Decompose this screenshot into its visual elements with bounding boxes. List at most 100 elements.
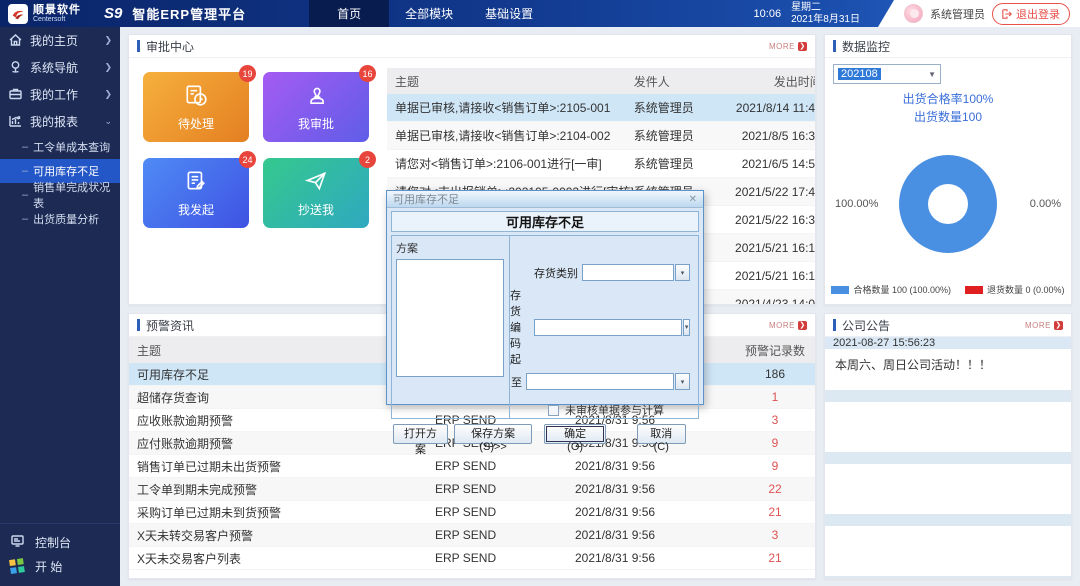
notice-more-link[interactable]: MORE ❯ [1025, 320, 1063, 330]
field-label: 至 [511, 376, 522, 389]
nav-item-首页[interactable]: 首页 [309, 0, 390, 27]
approval-row[interactable]: 单据已审核,请接收<销售订单>:2105-001 系统管理员 2021/8/14 1… [387, 94, 815, 122]
notice-empty-slot [825, 576, 1071, 578]
tile-我审批[interactable]: 16 我审批 [263, 65, 376, 142]
data-monitor-panel: 数据监控 202108 ▼ 出货合格率100% 出货数量100 100.00% … [824, 34, 1072, 305]
ok-button[interactable]: 确定(O) [544, 424, 607, 453]
sidebar-item-系统导航[interactable]: 系统导航 ❯ [0, 54, 120, 81]
sidebar-item-我的工作[interactable]: 我的工作 ❯ [0, 81, 120, 108]
legend-item: 合格数量 100 (100.00%) [831, 283, 951, 296]
approval-subject: 请您对<销售订单>:2106-001进行[一审] [395, 157, 602, 171]
pending-doc-clock-icon [184, 83, 208, 110]
close-icon[interactable]: ✕ [689, 194, 697, 205]
alert-count: 21 [768, 551, 782, 565]
save-scheme-button[interactable]: 保存方案(S)>> [454, 424, 533, 453]
field-lookup-button[interactable]: ▾ [683, 318, 690, 336]
alert-count: 9 [771, 459, 779, 473]
approval-table-header: 主题 发件人 发出时间 [387, 68, 815, 94]
left-sidebar: 我的主页 ❯ 系统导航 ❯ 我的工作 ❯ 我的报表 ⌄ – 工令单成本查询 – 可用库存不足 – 销售单… [0, 27, 120, 586]
donut-chart: 100.00% 0.00% [833, 134, 1063, 274]
s9-mark: S9 [104, 5, 123, 22]
main-nav: 首页 全部模块 基础设置 [309, 0, 549, 27]
approval-row[interactable]: 单据已审核,请接收<销售订单>:2104-002 系统管理员 2021/8/5 16… [387, 122, 816, 150]
tile-badge: 2 [359, 151, 376, 168]
notice-panel: 公司公告 MORE ❯ 2021-08-27 15:56:23 本周六、周日公司活… [824, 313, 1072, 579]
logo-name-en: Centersoft [33, 15, 66, 23]
tile-label: 我审批 [297, 116, 334, 131]
approval-tiles: 19 待处理 16 我审批 24 我发起 2 抄送我 [129, 58, 387, 304]
approval-subject: 单据已审核,请接收<销售订单>:2104-002 [395, 129, 611, 143]
cancel-button[interactable]: 取消(C) [636, 424, 686, 453]
nav-item-基础设置[interactable]: 基础设置 [469, 0, 549, 27]
approval-time: 2021/5/22 16:39 [735, 212, 816, 227]
alert-publisher: ERP SEND [435, 551, 497, 565]
alert-publisher: ERP SEND [435, 505, 497, 519]
notice-empty-slot [825, 514, 1071, 566]
approval-sender: 系统管理员 [633, 101, 694, 115]
footer-item-开 始[interactable]: 开 始 [0, 554, 120, 578]
scheme-listbox[interactable] [396, 259, 504, 377]
chevron-right-icon: ❯ [104, 35, 112, 45]
field-input-至[interactable] [526, 373, 674, 390]
alert-count: 9 [771, 436, 779, 450]
nav-item-全部模块[interactable]: 全部模块 [389, 0, 469, 27]
field-input-存货编码起[interactable] [534, 318, 683, 336]
sidebar-subitem-工令单成本查询[interactable]: – 工令单成本查询 [0, 135, 120, 159]
field-lookup-button[interactable]: ▾ [675, 373, 690, 390]
pass-rate-text: 出货合格率100% [902, 92, 994, 106]
tile-待处理[interactable]: 19 待处理 [143, 65, 256, 142]
notice-content[interactable]: 本周六、周日公司活动！！！ [825, 349, 1071, 380]
field-lookup-button[interactable]: ▾ [675, 264, 690, 281]
notice-empty-slot [825, 390, 1071, 442]
panel-accent [137, 40, 140, 52]
col-alert-count: 预警记录数 [744, 343, 805, 358]
dialog-titlebar[interactable]: 可用库存不足 ✕ [387, 191, 703, 208]
more-icon: ❯ [798, 320, 807, 330]
approval-time: 2021/8/5 16:38 [741, 128, 816, 143]
period-select[interactable]: 202108 ▼ [833, 64, 941, 84]
field-label: 存货类别 [534, 267, 578, 280]
logout-button[interactable]: 退出登录 [992, 2, 1070, 25]
chevron-down-icon: ▼ [928, 69, 936, 79]
open-scheme-button[interactable]: 打开方案 [393, 424, 449, 456]
alert-row[interactable]: X天未转交易客户预警 ERP SEND 2021/8/31 9:56 3 [129, 524, 815, 547]
tile-抄送我[interactable]: 2 抄送我 [263, 151, 376, 228]
footer-item-控制台[interactable]: 控制台 [0, 530, 120, 554]
field-input-存货类别[interactable] [582, 264, 674, 281]
alert-time: 2021/8/31 9:56 [575, 505, 656, 519]
logout-icon [1002, 8, 1012, 19]
sidebar-subitem-销售单完成状况表[interactable]: – 销售单完成状况表 [0, 182, 120, 210]
alert-row[interactable]: 采购订单已过期未到货预警 ERP SEND 2021/8/31 9:56 21 [129, 501, 815, 524]
dialog-field-存货编码起: 存货编码起 ▾ [510, 287, 690, 367]
field-label: 存货编码起 [510, 290, 521, 366]
chevron-down-icon: ⌄ [104, 116, 112, 126]
approval-more-link[interactable]: MORE ❯ [769, 41, 807, 51]
alert-row[interactable]: X天未交易客户列表 ERP SEND 2021/8/31 9:56 21 [129, 547, 815, 570]
dialog-field-存货类别: 存货类别 ▾ [510, 264, 690, 281]
username: 系统管理员 [930, 8, 985, 21]
unaudited-checkbox[interactable] [548, 404, 559, 416]
legend-label: 合格数量 100 (100.00%) [853, 285, 951, 295]
legend-swatch [965, 285, 983, 294]
alert-subject: X天未交易客户列表 [137, 551, 242, 566]
dash-icon: – [22, 141, 29, 153]
alerts-more-link[interactable]: MORE ❯ [769, 320, 807, 330]
legend-label: 退货数量 0 (0.00%) [987, 285, 1065, 295]
tile-我发起[interactable]: 24 我发起 [143, 151, 256, 228]
alert-row[interactable]: 销售订单已过期未出货预警 ERP SEND 2021/8/31 9:56 9 [129, 455, 815, 478]
approval-time: 2021/5/22 17:41 [735, 184, 816, 199]
sidebar-item-我的报表[interactable]: 我的报表 ⌄ [0, 108, 120, 135]
col-subject: 主题 [395, 74, 420, 89]
sidebar-item-我的主页[interactable]: 我的主页 ❯ [0, 27, 120, 54]
approval-time: 2021/4/23 14:06 [735, 296, 816, 305]
alert-row[interactable]: 工令单到期未完成预警 ERP SEND 2021/8/31 9:56 22 [129, 478, 815, 501]
approval-panel-title: 审批中心 [146, 39, 195, 54]
chart-legend: 合格数量 100 (100.00%) 退货数量 0 (0.00%) [825, 283, 1071, 296]
approval-time: 2021/6/5 14:58 [741, 156, 816, 171]
footer-item-label: 开 始 [35, 559, 63, 574]
alert-time: 2021/8/31 9:56 [575, 459, 656, 473]
scheme-label: 方案 [396, 243, 418, 255]
col-sender: 发件人 [633, 74, 670, 89]
approval-row[interactable]: 请您对<销售订单>:2106-001进行[一审] 系统管理员 2021/6/5 14… [387, 150, 816, 178]
user-avatar[interactable] [904, 4, 923, 23]
